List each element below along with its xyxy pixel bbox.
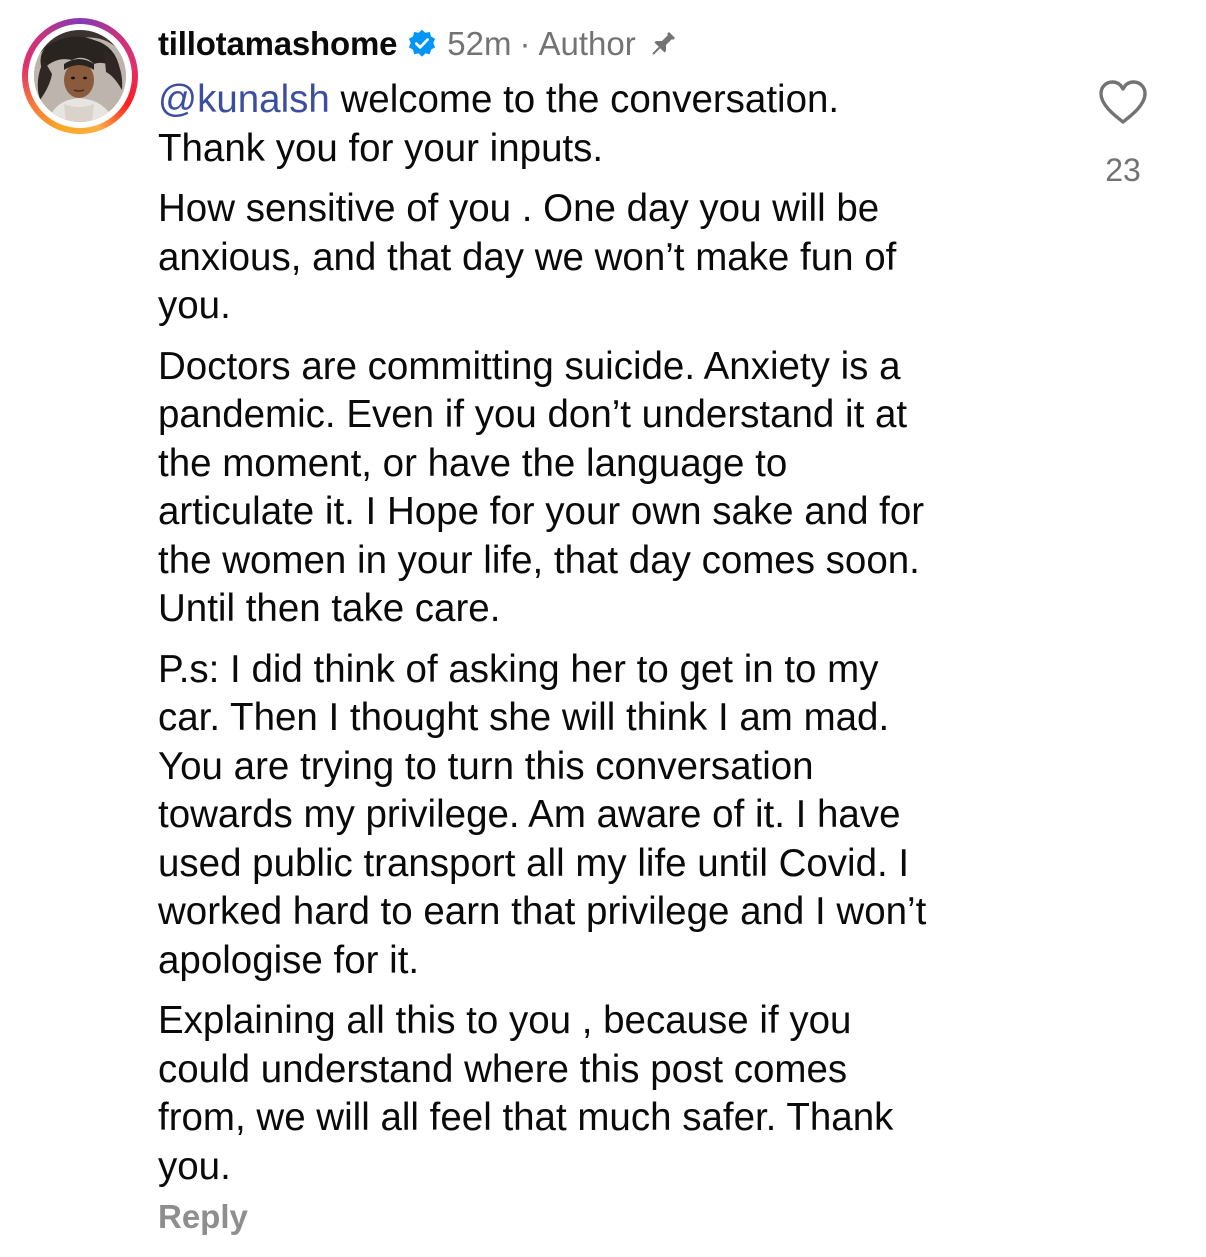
comment-line: @kunalsh welcome to the conversation. <box>158 76 1058 125</box>
comment-paragraph: @kunalsh welcome to the conversation. Th… <box>158 76 1058 173</box>
mention-link[interactable]: @kunalsh <box>158 78 330 121</box>
comment-line: towards my privilege. Am aware of it. I … <box>158 793 901 836</box>
comment-line: pandemic. Even if you don’t understand i… <box>158 393 908 436</box>
comment-line: articulate it. I Hope for your own sake … <box>158 490 925 533</box>
comment-line: car. Then I thought she will think I am … <box>158 696 890 739</box>
comment-line: you. <box>158 284 231 327</box>
comment-paragraph: P.s: I did think of asking her to get in… <box>158 646 1058 986</box>
avatar[interactable] <box>22 18 138 134</box>
username[interactable]: tillotamashome <box>158 25 397 63</box>
comment-line: Thank you for your inputs. <box>158 126 604 170</box>
comment-line: you. <box>158 1144 231 1188</box>
reply-button[interactable]: Reply <box>158 1198 248 1236</box>
like-count: 23 <box>1105 152 1141 188</box>
comment-line: Explaining all this to you , because if … <box>158 999 852 1042</box>
heart-outline-icon[interactable] <box>1097 78 1149 126</box>
comment-paragraph: Explaining all this to you , because if … <box>158 997 1058 1191</box>
comment-body: @kunalsh welcome to the conversation. Th… <box>158 76 1058 1203</box>
comment-line: the women in your life, that day comes s… <box>158 538 920 582</box>
pin-icon <box>646 27 680 61</box>
comment-line: You are trying to turn this conversation <box>158 744 814 788</box>
avatar-photo <box>34 30 126 122</box>
comment-line-text: welcome to the conversation. <box>329 78 840 121</box>
comment-paragraph: Doctors are committing suicide. Anxiety … <box>158 343 1058 634</box>
comment-line: apologise for it. <box>158 938 420 982</box>
comment-line: Until then take care. <box>158 587 501 630</box>
comment-line: could understand where this post comes <box>158 1047 848 1091</box>
verified-badge-icon <box>407 29 437 59</box>
comment-header: tillotamashome 52m · Author <box>158 22 680 66</box>
comment-line: used public transport all my life until … <box>158 841 910 885</box>
comment-line: anxious, and that day we won’t make fun … <box>158 235 897 279</box>
comment-line: How sensitive of you . One day you will … <box>158 187 880 230</box>
comment-paragraph: How sensitive of you . One day you will … <box>158 185 1058 331</box>
like-section: 23 <box>1090 78 1156 189</box>
comment-line: Doctors are committing suicide. Anxiety … <box>158 344 901 388</box>
meta-separator: · <box>519 25 531 62</box>
comment-line: worked hard to earn that privilege and I… <box>158 890 927 933</box>
author-label: Author <box>538 25 636 62</box>
comment-time: 52m <box>447 25 512 62</box>
comment-line: the moment, or have the language to <box>158 441 788 485</box>
comment-line: P.s: I did think of asking her to get in… <box>158 647 879 691</box>
comment-line: from, we will all feel that much safer. … <box>158 1096 894 1139</box>
